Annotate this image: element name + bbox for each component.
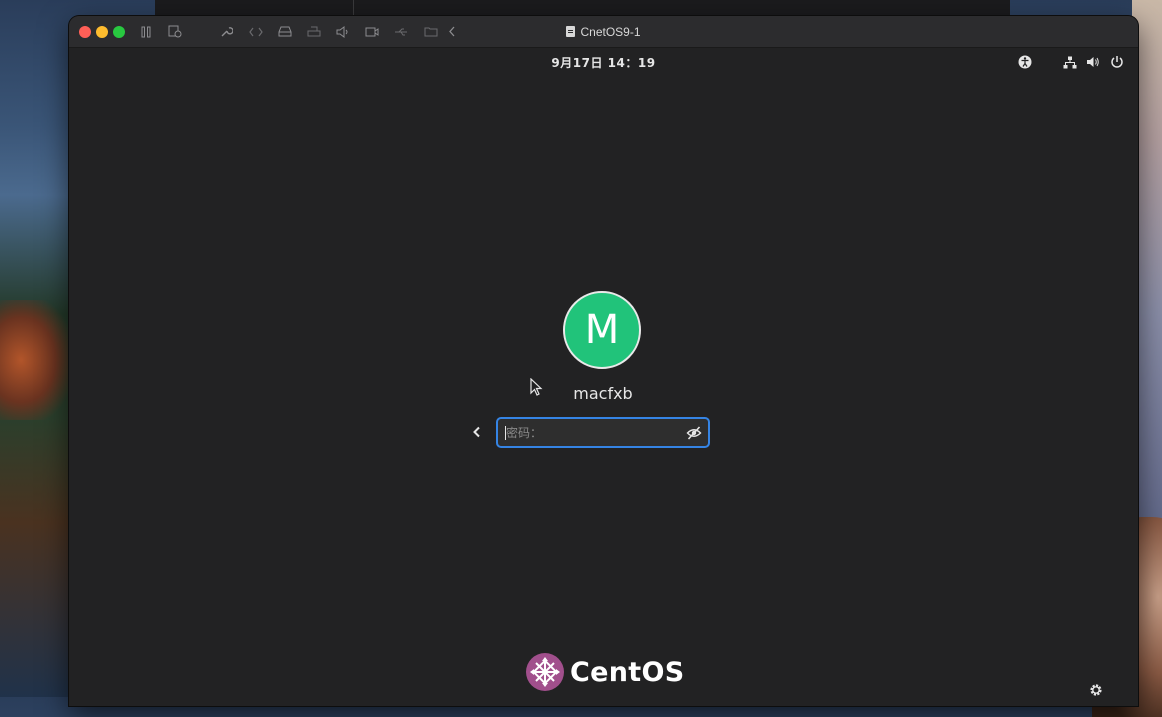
volume-icon[interactable] [1085,54,1101,70]
vm-window: CnetOS9-1 9月17日 14：19 M macfxb CentOS [69,16,1138,706]
avatar-initial: M [584,307,620,353]
back-button[interactable] [465,420,487,444]
gnome-login-screen: 9月17日 14：19 M macfxb CentOS [69,48,1138,706]
minimize-button[interactable] [96,26,108,38]
folder-share-icon[interactable] [424,23,438,40]
reveal-password-icon[interactable] [686,425,702,441]
window-title-text: CnetOS9-1 [580,24,641,39]
centos-branding: CentOS [525,651,684,693]
desktop-wallpaper-left-glow [0,300,70,420]
accessibility-icon[interactable] [1017,54,1033,70]
mouse-cursor-icon [530,378,543,396]
pause-icon[interactable] [140,23,152,40]
close-button[interactable] [79,26,91,38]
snapshot-icon[interactable] [168,23,182,40]
usb-icon[interactable] [394,23,408,40]
host-window-strip [155,0,1010,17]
chevron-left-icon [472,426,480,438]
camera-icon[interactable] [365,23,379,40]
printer-icon[interactable] [307,23,321,40]
centos-logo-icon [526,653,564,691]
code-icon[interactable] [249,23,263,40]
disk-icon[interactable] [278,23,292,40]
zoom-button[interactable] [113,26,125,38]
document-icon [566,26,576,37]
gear-icon[interactable] [1088,682,1104,698]
topbar-clock[interactable]: 9月17日 14：19 [69,48,1138,76]
wrench-icon[interactable] [219,23,233,40]
window-titlebar: CnetOS9-1 [69,16,1138,48]
user-avatar: M [563,291,641,369]
sound-icon[interactable] [336,23,350,40]
network-icon[interactable] [1062,54,1078,70]
password-field[interactable] [496,417,710,448]
power-icon[interactable] [1109,54,1125,70]
centos-wordmark: CentOS [570,656,685,688]
password-input[interactable] [506,424,681,442]
collapse-chevron-icon[interactable] [447,23,457,40]
